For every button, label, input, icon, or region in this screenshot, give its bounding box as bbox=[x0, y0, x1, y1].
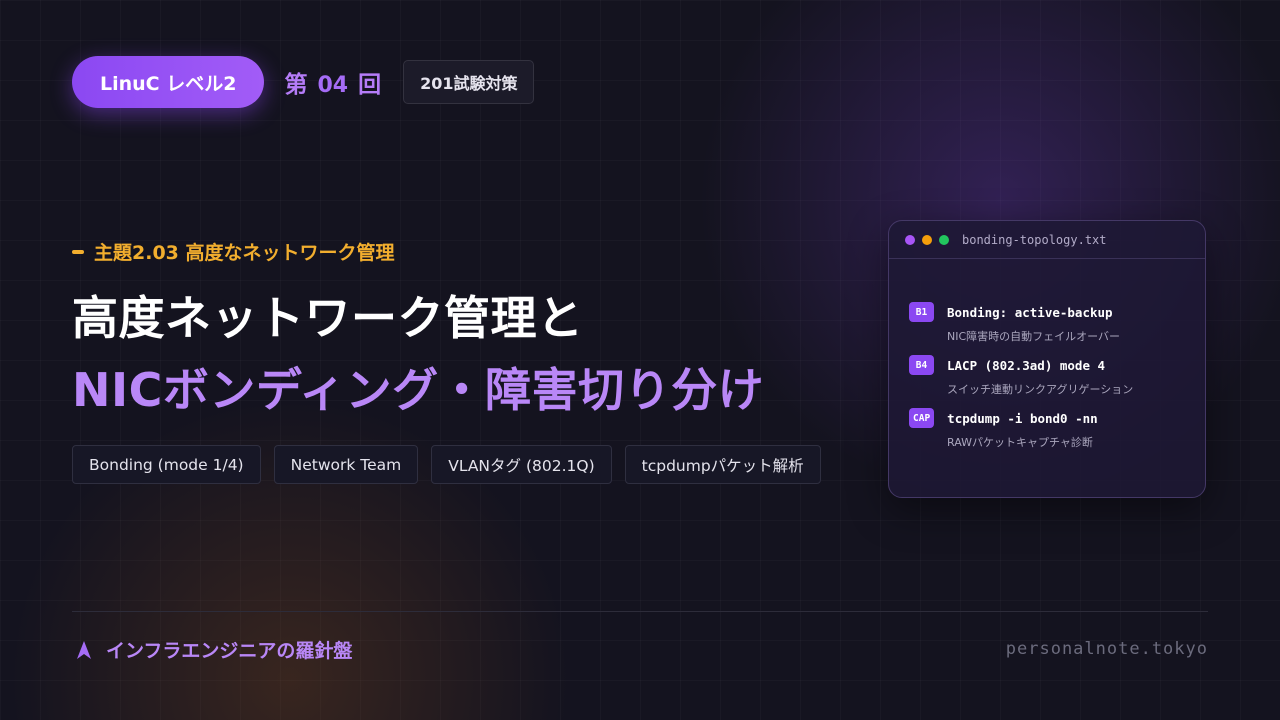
entry-command: Bonding: active-backup bbox=[947, 304, 1113, 320]
entry-badge: CAP bbox=[909, 408, 935, 428]
exam-badge: 201試験対策 bbox=[403, 60, 535, 104]
terminal-body: B1 Bonding: active-backup NIC障害時の自動フェイルオ… bbox=[909, 301, 1195, 460]
entry-description: NIC障害時の自動フェイルオーバー bbox=[947, 330, 1121, 343]
entry-command: LACP (802.3ad) mode 4 bbox=[947, 357, 1106, 373]
episode-number: 第 04 回 bbox=[284, 65, 381, 99]
page-title-line-1: 高度ネットワーク管理と bbox=[72, 291, 584, 345]
entry-description: RAWパケットキャプチャ診断 bbox=[947, 436, 1093, 449]
window-dot-orange-icon bbox=[922, 234, 932, 245]
tag-list: Bonding (mode 1/4) Network Team VLANタグ (… bbox=[72, 445, 821, 484]
dash-icon bbox=[72, 249, 84, 254]
site-url: personalnote.tokyo bbox=[1005, 639, 1208, 659]
terminal-entry: B1 Bonding: active-backup NIC障害時の自動フェイルオ… bbox=[909, 301, 1195, 344]
episode-number-value: 04 bbox=[317, 73, 349, 98]
entry-badge: B1 bbox=[909, 302, 934, 322]
subtopic: 主題2.03 高度なネットワーク管理 bbox=[72, 238, 395, 265]
terminal-window: bonding-topology.txt B1 Bonding: active-… bbox=[888, 220, 1206, 498]
entry-command: tcpdump -i bond0 -nn bbox=[947, 410, 1098, 426]
tag-tcpdump: tcpdumpパケット解析 bbox=[624, 445, 821, 484]
terminal-filename: bonding-topology.txt bbox=[962, 232, 1107, 247]
terminal-entry: B4 LACP (802.3ad) mode 4 スイッチ連動リンクアグリゲーシ… bbox=[909, 354, 1195, 397]
tag-bonding: Bonding (mode 1/4) bbox=[72, 445, 261, 484]
terminal-entry: CAP tcpdump -i bond0 -nn RAWパケットキャプチャ診断 bbox=[909, 407, 1195, 450]
tag-vlan: VLANタグ (802.1Q) bbox=[431, 445, 612, 484]
subtopic-label: 主題2.03 高度なネットワーク管理 bbox=[94, 242, 395, 264]
episode-suffix: 回 bbox=[358, 72, 382, 98]
episode-prefix: 第 bbox=[284, 72, 308, 98]
entry-badge: B4 bbox=[909, 355, 934, 375]
footer-divider bbox=[72, 611, 1208, 612]
page-title-line-2: NICボンディング・障害切り分け bbox=[72, 363, 765, 417]
brand: インフラエンジニアの羅針盤 bbox=[76, 636, 352, 663]
level-badge: LinuC レベル2 bbox=[72, 56, 265, 108]
compass-arrow-icon bbox=[77, 640, 91, 659]
tag-network-team: Network Team bbox=[273, 445, 419, 484]
header-row: LinuC レベル2 第 04 回 201試験対策 bbox=[72, 56, 535, 108]
entry-description: スイッチ連動リンクアグリゲーション bbox=[947, 383, 1134, 396]
brand-name: インフラエンジニアの羅針盤 bbox=[106, 640, 353, 662]
window-dot-purple-icon bbox=[905, 234, 915, 245]
terminal-title-bar: bonding-topology.txt bbox=[889, 221, 1205, 259]
window-dot-green-icon bbox=[939, 234, 949, 245]
